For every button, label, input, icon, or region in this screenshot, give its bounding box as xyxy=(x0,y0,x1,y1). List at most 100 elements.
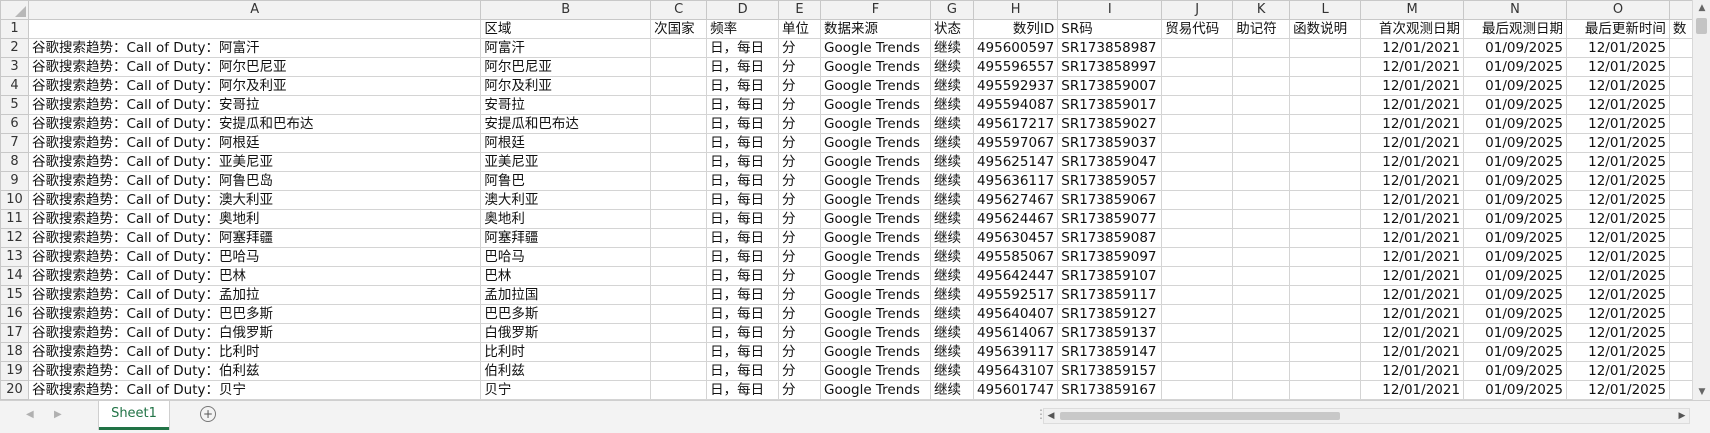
cell[interactable] xyxy=(1161,114,1234,134)
cell[interactable] xyxy=(1161,76,1234,96)
cell[interactable] xyxy=(1232,57,1291,77)
cell[interactable]: Google Trends xyxy=(820,361,931,381)
cell[interactable] xyxy=(1161,190,1234,210)
cell[interactable] xyxy=(1161,304,1234,324)
cell[interactable]: 继续 xyxy=(929,57,974,77)
cell[interactable]: 继续 xyxy=(929,76,974,96)
cell[interactable]: Google Trends xyxy=(820,95,931,115)
cell[interactable]: 贸易代码 xyxy=(1161,19,1234,39)
cell[interactable]: 谷歌搜索趋势：Call of Duty：安提瓜和巴布达 xyxy=(27,114,482,134)
cell[interactable]: 分 xyxy=(778,361,822,381)
cell[interactable]: 495600597 xyxy=(972,38,1059,58)
cell[interactable]: 495643107 xyxy=(972,361,1059,381)
cell[interactable]: 01/09/2025 xyxy=(1463,304,1567,324)
row-header[interactable]: 14 xyxy=(0,266,29,286)
cell[interactable]: 谷歌搜索趋势：Call of Duty：阿塞拜疆 xyxy=(27,228,482,248)
cell[interactable]: 日，每日 xyxy=(706,57,780,77)
cell[interactable]: 495592937 xyxy=(972,76,1059,96)
scroll-down-icon[interactable]: ▼ xyxy=(1693,384,1710,400)
cell[interactable]: SR173859107 xyxy=(1057,266,1163,286)
cell[interactable] xyxy=(650,171,708,191)
cell[interactable]: 12/01/2021 xyxy=(1360,133,1465,153)
cell[interactable] xyxy=(1161,38,1234,58)
cell[interactable]: SR173859067 xyxy=(1057,190,1163,210)
cell[interactable]: 12/01/2025 xyxy=(1565,190,1670,210)
cell[interactable]: SR173858997 xyxy=(1057,57,1163,77)
cell[interactable]: 分 xyxy=(778,285,822,305)
cell[interactable]: SR173859127 xyxy=(1057,304,1163,324)
cell[interactable]: Google Trends xyxy=(820,380,931,400)
cell[interactable]: 495624467 xyxy=(972,209,1059,229)
cell[interactable]: 日，每日 xyxy=(706,342,780,362)
cell[interactable]: Google Trends xyxy=(820,38,931,58)
row-header[interactable]: 7 xyxy=(0,133,29,153)
cell[interactable] xyxy=(650,361,708,381)
scroll-up-icon[interactable]: ▲ xyxy=(1693,0,1710,16)
cell[interactable]: 495596557 xyxy=(972,57,1059,77)
cell[interactable]: 495597067 xyxy=(972,133,1059,153)
cell[interactable] xyxy=(1161,380,1234,400)
cell[interactable]: 分 xyxy=(778,57,822,77)
row-header[interactable]: 16 xyxy=(0,304,29,324)
cell[interactable]: 继续 xyxy=(929,323,974,343)
cell[interactable]: 12/01/2021 xyxy=(1360,285,1465,305)
row-header[interactable]: 18 xyxy=(0,342,29,362)
cell[interactable]: 分 xyxy=(778,266,822,286)
cell[interactable] xyxy=(650,342,708,362)
cell[interactable]: 12/01/2021 xyxy=(1360,152,1465,172)
cell[interactable]: 继续 xyxy=(929,380,974,400)
cell[interactable]: 12/01/2025 xyxy=(1565,57,1670,77)
cell[interactable]: 阿根廷 xyxy=(480,133,652,153)
cell[interactable]: 12/01/2025 xyxy=(1565,133,1670,153)
cell[interactable]: 495585067 xyxy=(972,247,1059,267)
cell[interactable]: SR173859027 xyxy=(1057,114,1163,134)
cell[interactable] xyxy=(1289,247,1362,267)
row-header[interactable]: 13 xyxy=(0,247,29,267)
column-header[interactable]: E xyxy=(778,0,822,20)
column-header[interactable]: A xyxy=(27,0,482,20)
cell[interactable]: SR173859167 xyxy=(1057,380,1163,400)
column-header[interactable]: F xyxy=(820,0,931,20)
cell[interactable] xyxy=(1161,152,1234,172)
cell[interactable]: 谷歌搜索趋势：Call of Duty：巴哈马 xyxy=(27,247,482,267)
cell[interactable]: 01/09/2025 xyxy=(1463,57,1567,77)
cell[interactable]: 12/01/2021 xyxy=(1360,76,1465,96)
cell[interactable]: 01/09/2025 xyxy=(1463,228,1567,248)
cell[interactable]: 12/01/2021 xyxy=(1360,380,1465,400)
cell[interactable]: 495592517 xyxy=(972,285,1059,305)
cell[interactable]: 12/01/2025 xyxy=(1565,247,1670,267)
cell[interactable]: Google Trends xyxy=(820,114,931,134)
cell[interactable]: 01/09/2025 xyxy=(1463,209,1567,229)
column-header[interactable]: I xyxy=(1057,0,1163,20)
cell[interactable] xyxy=(1289,228,1362,248)
cell[interactable] xyxy=(650,209,708,229)
cell[interactable]: 谷歌搜索趋势：Call of Duty：巴林 xyxy=(27,266,482,286)
cell[interactable]: Google Trends xyxy=(820,323,931,343)
cell[interactable] xyxy=(1232,228,1291,248)
cell[interactable]: 安哥拉 xyxy=(480,95,652,115)
cell[interactable]: 12/01/2025 xyxy=(1565,285,1670,305)
row-header[interactable]: 10 xyxy=(0,190,29,210)
cell[interactable] xyxy=(1232,266,1291,286)
cell[interactable]: 继续 xyxy=(929,266,974,286)
cell[interactable]: Google Trends xyxy=(820,228,931,248)
cell[interactable]: Google Trends xyxy=(820,209,931,229)
cell[interactable]: 日，每日 xyxy=(706,247,780,267)
cell[interactable] xyxy=(1289,342,1362,362)
cell[interactable]: 12/01/2025 xyxy=(1565,76,1670,96)
cell[interactable]: 频率 xyxy=(706,19,780,39)
cell[interactable]: SR173859157 xyxy=(1057,361,1163,381)
cell[interactable]: 状态 xyxy=(929,19,974,39)
cell[interactable]: 日，每日 xyxy=(706,76,780,96)
cell[interactable]: 继续 xyxy=(929,209,974,229)
cell[interactable]: 分 xyxy=(778,209,822,229)
cell[interactable]: 495630457 xyxy=(972,228,1059,248)
cell[interactable]: 谷歌搜索趋势：Call of Duty：亚美尼亚 xyxy=(27,152,482,172)
cell[interactable]: SR码 xyxy=(1057,19,1163,39)
cell[interactable]: 日，每日 xyxy=(706,380,780,400)
cell[interactable]: 日，每日 xyxy=(706,285,780,305)
cell[interactable] xyxy=(1232,304,1291,324)
cell[interactable]: SR173859117 xyxy=(1057,285,1163,305)
cell[interactable]: 12/01/2021 xyxy=(1360,190,1465,210)
cell[interactable] xyxy=(1289,95,1362,115)
